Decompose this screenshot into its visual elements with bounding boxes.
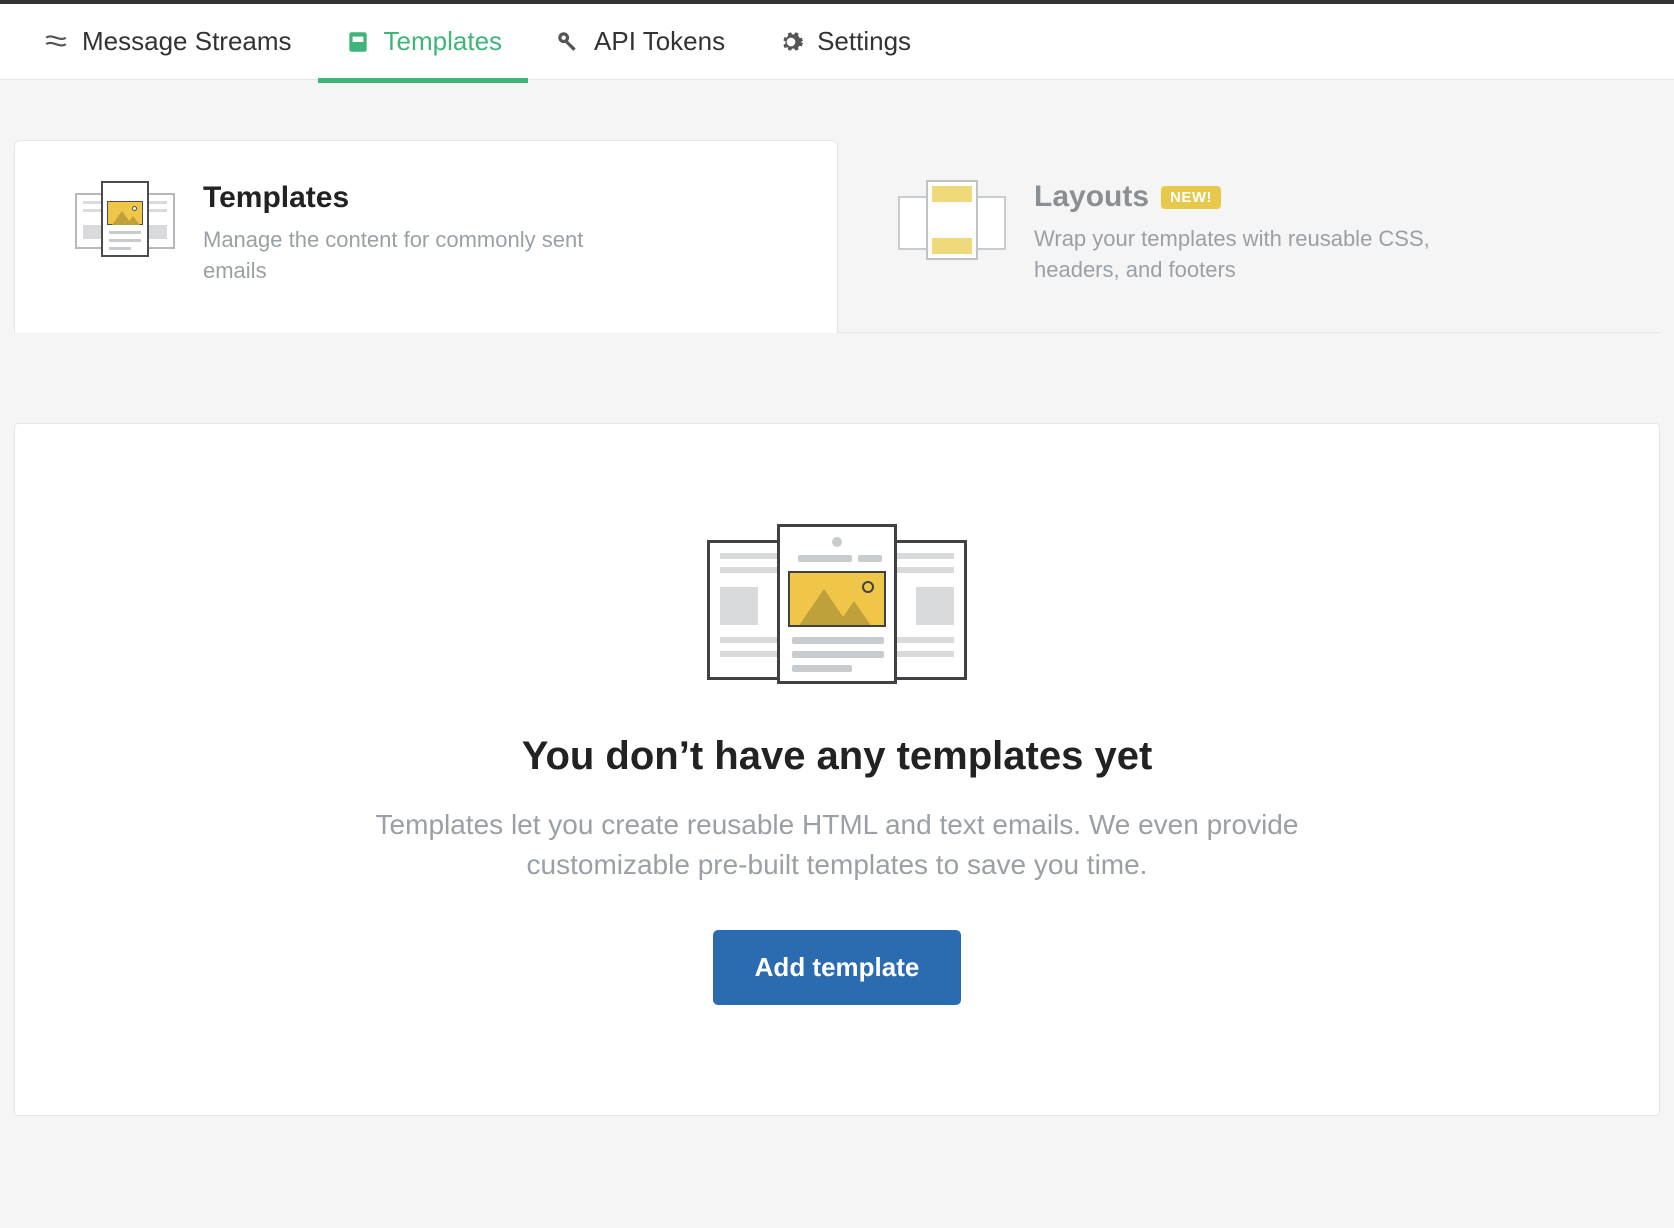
templates-panel: You don’t have any templates yet Templat… — [14, 423, 1660, 1116]
new-badge: NEW! — [1161, 186, 1221, 209]
sub-tab-layouts[interactable]: Layouts NEW! Wrap your templates with re… — [838, 140, 1660, 333]
key-icon — [554, 28, 582, 56]
sub-tab-templates[interactable]: Templates Manage the content for commonl… — [14, 140, 838, 333]
sub-tab-title: Layouts — [1034, 180, 1149, 214]
nav-label: API Tokens — [594, 26, 725, 57]
gear-icon — [777, 28, 805, 56]
templates-icon — [344, 28, 372, 56]
streams-icon — [42, 28, 70, 56]
nav-message-streams[interactable]: Message Streams — [16, 2, 318, 82]
empty-state-desc: Templates let you create reusable HTML a… — [357, 805, 1317, 886]
nav-templates[interactable]: Templates — [318, 2, 529, 82]
templates-illustration-icon — [75, 181, 175, 257]
nav-label: Templates — [384, 26, 503, 57]
sub-tab-title: Templates — [203, 181, 349, 215]
nav-settings[interactable]: Settings — [751, 2, 937, 82]
nav-api-tokens[interactable]: API Tokens — [528, 2, 751, 82]
top-nav: Message Streams Templates API Tokens — [0, 0, 1674, 80]
nav-label: Message Streams — [82, 26, 292, 57]
sub-tabs: Templates Manage the content for commonl… — [14, 140, 1660, 333]
empty-state-title: You don’t have any templates yet — [55, 734, 1619, 779]
sub-tab-desc: Manage the content for commonly sent ema… — [203, 225, 633, 287]
layouts-illustration-icon — [898, 180, 1006, 260]
sub-tab-desc: Wrap your templates with reusable CSS, h… — [1034, 224, 1464, 286]
add-template-button[interactable]: Add template — [713, 930, 962, 1005]
empty-state-illustration — [55, 524, 1619, 684]
nav-label: Settings — [817, 26, 911, 57]
